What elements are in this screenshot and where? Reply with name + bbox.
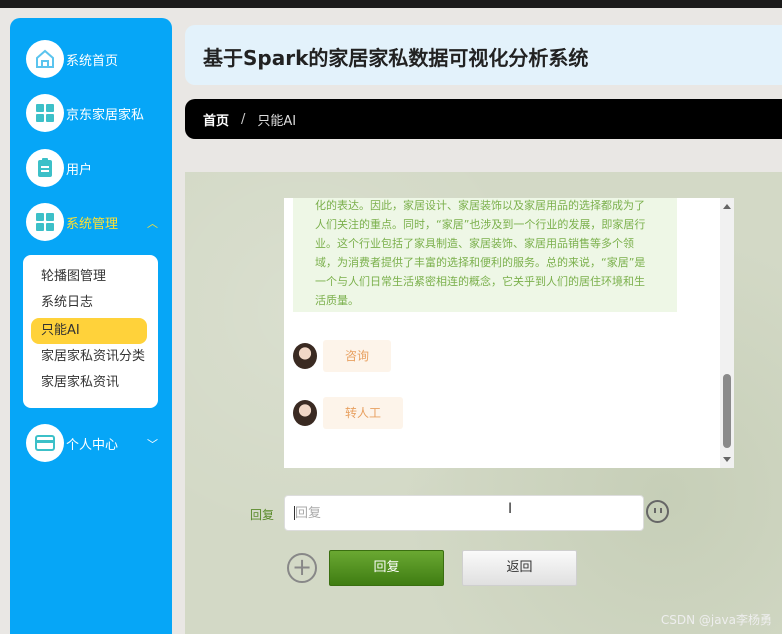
sidebar: 系统首页 京东家居家私 用户 系统管理 ︿ 轮播图管理 系统日志 只能AI 家居… [10, 18, 172, 634]
submenu-item-news-category[interactable]: 家居家私资讯分类 [31, 344, 145, 370]
back-button[interactable]: 返回 [462, 550, 577, 586]
sidebar-item-home[interactable]: 系统首页 [26, 40, 118, 78]
sidebar-item-users[interactable]: 用户 [26, 149, 92, 187]
sidebar-item-label: 系统管理 [66, 216, 119, 232]
message-bubble: 咨询 [323, 340, 392, 372]
sidebar-item-jd-furniture[interactable]: 京东家居家私 [26, 94, 144, 132]
text-caret [294, 506, 295, 520]
scrollbar[interactable] [720, 198, 734, 468]
chevron-up-icon[interactable]: ︿ [147, 215, 158, 231]
home-icon [26, 40, 64, 78]
grid-icon [26, 203, 64, 241]
submenu-item-system-log[interactable]: 系统日志 [31, 290, 93, 316]
watermark: CSDN @java李杨勇 [660, 613, 772, 627]
clipboard-icon [26, 149, 64, 187]
message-bubble: 转人工 [323, 397, 404, 429]
grid-icon [26, 94, 64, 132]
reply-button[interactable]: 回复 [329, 550, 444, 586]
emoji-icon[interactable] [646, 500, 669, 523]
breadcrumb: 首页 / 只能AI [185, 99, 782, 139]
submenu: 轮播图管理 系统日志 只能AI 家居家私资讯分类 家居家私资讯 [23, 255, 158, 408]
reply-input[interactable] [284, 495, 644, 531]
add-icon[interactable]: + [287, 553, 317, 583]
chat-history[interactable]: 化的表达。因此，家居设计、家居装饰以及家居用品的选择都成为了人们关注的重点。同时… [284, 198, 734, 468]
message-row: 转人工 [293, 397, 404, 429]
reply-label: 回复 [250, 508, 275, 522]
card-icon [26, 424, 64, 462]
scroll-thumb[interactable] [723, 374, 731, 448]
sidebar-item-personal-center[interactable]: 个人中心 [26, 424, 118, 462]
breadcrumb-separator: / [241, 111, 246, 127]
sidebar-item-label: 系统首页 [66, 53, 119, 69]
submenu-item-news[interactable]: 家居家私资讯 [31, 370, 119, 396]
sidebar-item-label: 用户 [66, 162, 93, 178]
text-cursor-icon: I [508, 501, 513, 517]
sidebar-item-system-management[interactable]: 系统管理 [26, 203, 118, 241]
submenu-item-carousel[interactable]: 轮播图管理 [31, 264, 106, 290]
breadcrumb-current: 只能AI [257, 113, 297, 129]
chevron-down-icon[interactable]: ﹀ [147, 436, 158, 452]
sidebar-item-label: 个人中心 [66, 437, 119, 453]
sidebar-item-label: 京东家居家私 [66, 107, 145, 123]
window-top-bar [0, 0, 782, 8]
ai-response-bubble: 化的表达。因此，家居设计、家居装饰以及家居用品的选择都成为了人们关注的重点。同时… [293, 198, 677, 312]
scroll-down-arrow-icon[interactable] [723, 457, 731, 462]
submenu-item-ai[interactable]: 只能AI [31, 318, 147, 344]
breadcrumb-home[interactable]: 首页 [203, 110, 229, 129]
page-header: 基于Spark的家居家私数据可视化分析系统 [185, 25, 782, 85]
avatar [293, 343, 317, 369]
message-row: 咨询 [293, 340, 392, 372]
avatar [293, 400, 317, 426]
page-title: 基于Spark的家居家私数据可视化分析系统 [203, 46, 589, 70]
scroll-up-arrow-icon[interactable] [723, 204, 731, 209]
main-panel: 化的表达。因此，家居设计、家居装饰以及家居用品的选择都成为了人们关注的重点。同时… [185, 172, 782, 634]
